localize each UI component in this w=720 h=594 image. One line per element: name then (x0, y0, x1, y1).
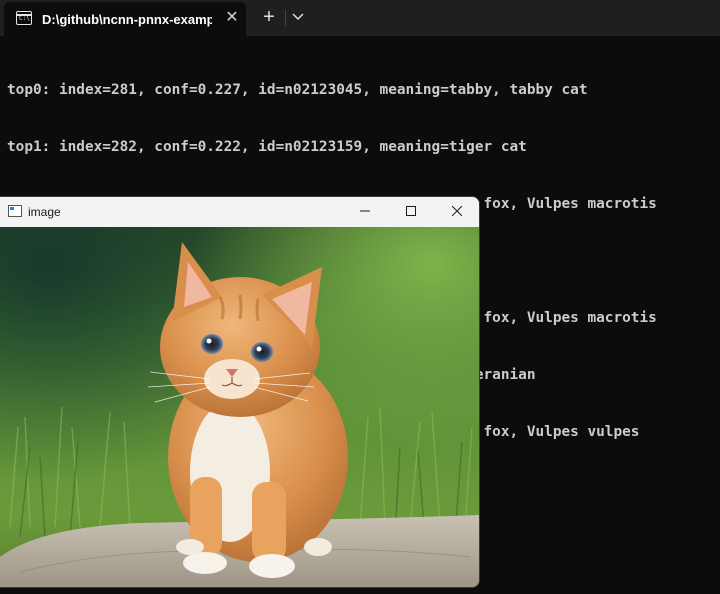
close-tab-icon[interactable]: ✕ (222, 8, 242, 28)
maximize-button[interactable] (388, 197, 434, 227)
minimize-button[interactable] (342, 197, 388, 227)
close-button[interactable] (434, 197, 479, 227)
terminal-line: top1: index=282, conf=0.222, id=n0212315… (7, 139, 527, 155)
chevron-down-icon[interactable] (287, 6, 309, 28)
kitten-photo (0, 227, 479, 587)
tab-divider (285, 10, 286, 26)
image-window: image (0, 196, 480, 588)
terminal-icon: C:\ (16, 11, 32, 25)
maximize-icon (406, 206, 416, 216)
close-icon (452, 206, 462, 216)
terminal-icon-text: C:\ (19, 15, 30, 22)
tab-title: D:\github\ncnn-pnnx-exampl (42, 12, 212, 27)
terminal-titlebar: C:\ D:\github\ncnn-pnnx-exampl ✕ + (0, 0, 720, 36)
window-icon (8, 205, 22, 217)
minimize-icon (360, 210, 370, 212)
image-window-titlebar[interactable]: image (0, 197, 479, 227)
plus-icon[interactable]: + (258, 6, 280, 28)
terminal-line: top0: index=281, conf=0.227, id=n0212304… (7, 82, 588, 98)
terminal-tab[interactable]: C:\ D:\github\ncnn-pnnx-exampl ✕ (4, 2, 246, 36)
image-window-title: image (28, 205, 61, 219)
